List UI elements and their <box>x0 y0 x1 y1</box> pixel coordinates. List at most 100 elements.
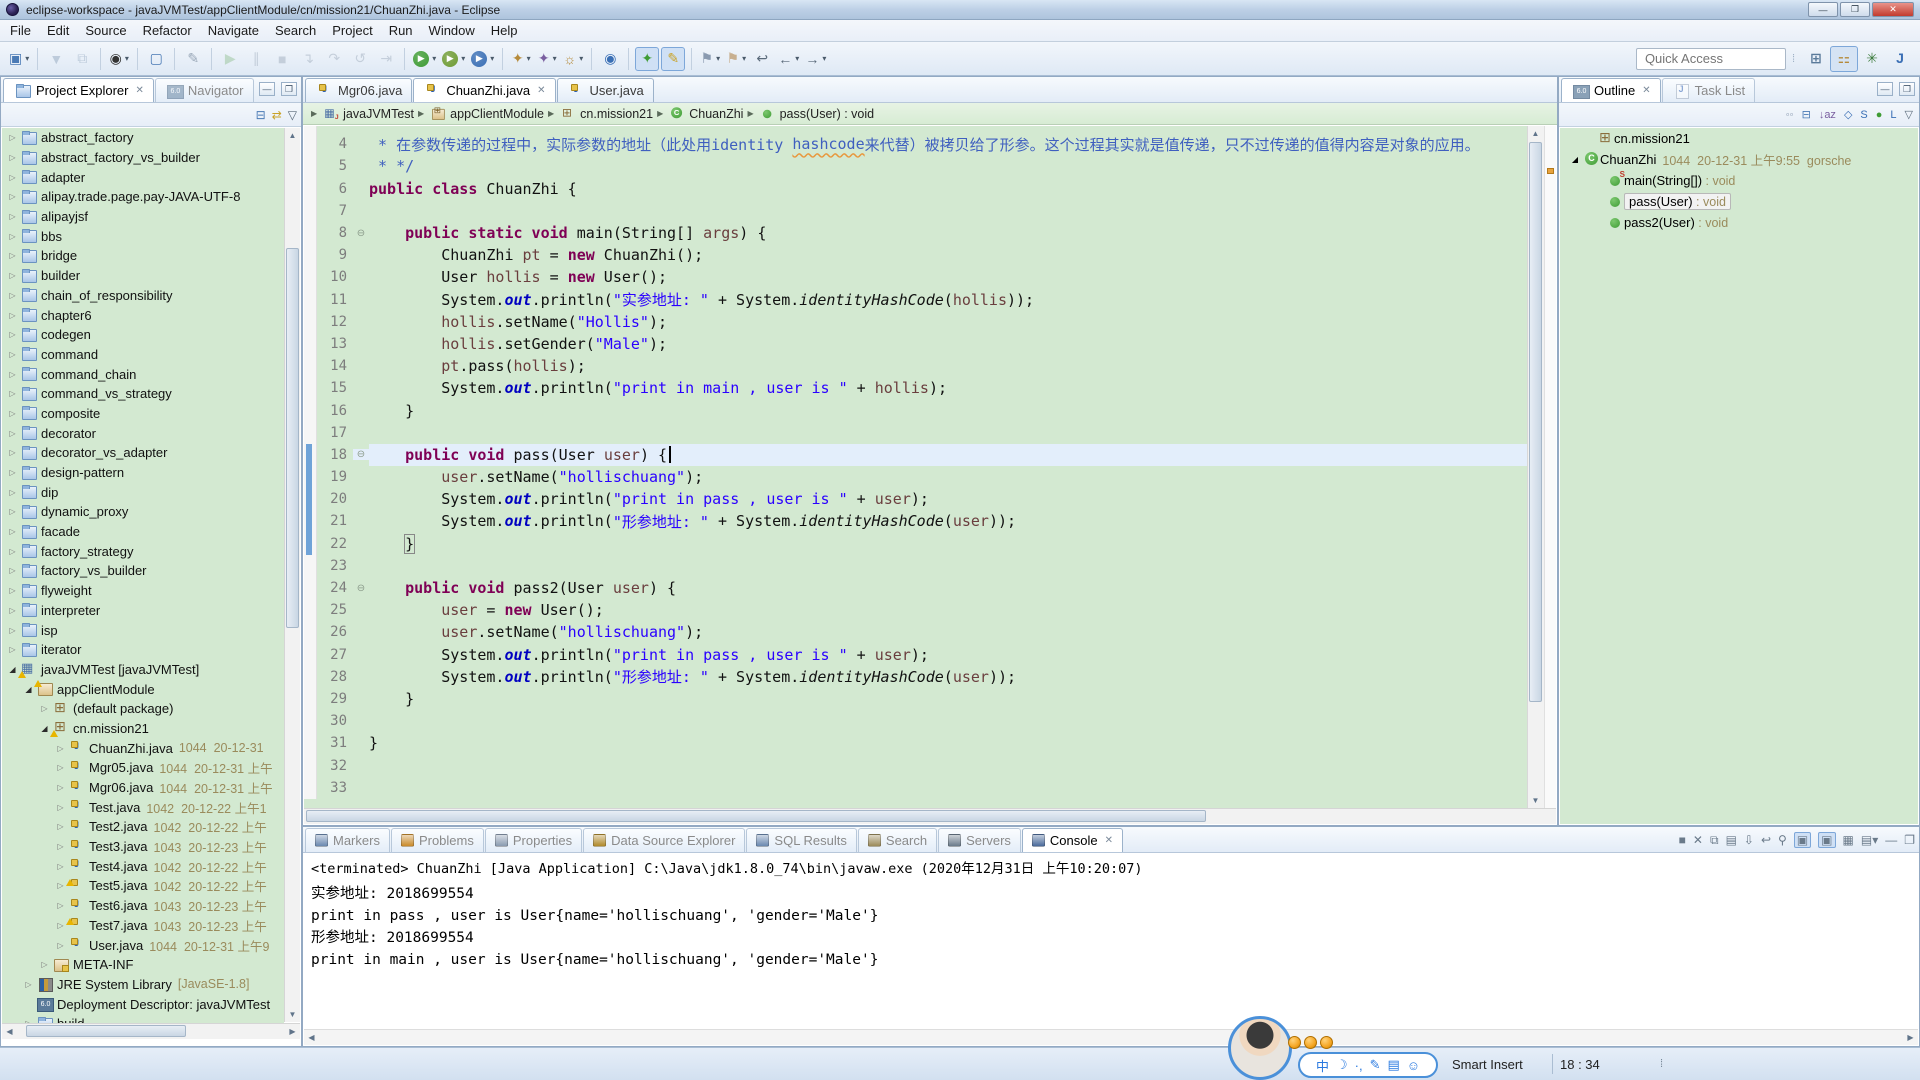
back-button[interactable]: ← ▾ <box>776 47 801 71</box>
code-line[interactable]: 19 user .setName("hollischuang"); <box>304 466 1527 489</box>
code-text[interactable]: User hollis = new User(); <box>369 266 1527 288</box>
link-with-editor-button[interactable]: ⇄ <box>272 108 282 122</box>
tree-item[interactable]: ▷ interpreter <box>2 601 284 621</box>
java-perspective-button[interactable]: J <box>1886 45 1914 71</box>
code-line[interactable]: 24 ⊖ public void pass2(User user) { <box>304 576 1527 600</box>
code-line[interactable]: 3 <box>304 126 1527 134</box>
open-task-button[interactable]: ▢ <box>144 47 168 71</box>
expand-arrow-icon[interactable]: ▷ <box>6 507 19 516</box>
fold-marker-icon[interactable]: ⊖ <box>353 583 369 594</box>
tree-item[interactable]: ▷ Test5.java 1042 20-12-22 上午 <box>2 876 284 896</box>
code-text[interactable]: hollis .setGender("Male"); <box>369 333 1527 355</box>
tree-item[interactable]: ▷ facade <box>2 522 284 542</box>
tree-item[interactable]: ▷ JRE System Library [JavaSE-1.8] <box>2 975 284 995</box>
quick-access-input[interactable] <box>1635 47 1786 70</box>
breadcrumb-item[interactable]: appClientModule <box>428 106 544 121</box>
expand-arrow-icon[interactable]: ▷ <box>6 586 19 595</box>
clear-console-button[interactable]: ▤ <box>1726 833 1737 847</box>
menu-item-project[interactable]: Project <box>324 21 380 40</box>
tree-item[interactable]: ▷ composite <box>2 404 284 424</box>
code-text[interactable]: } <box>369 399 1527 421</box>
terminate-button[interactable]: ■ <box>1679 833 1686 847</box>
tree-item[interactable]: ▷ command_chain <box>2 364 284 384</box>
outline-item[interactable]: ◢ ChuanZhi 1044 20-12-31 上午9:55 gorsche <box>1560 149 1918 170</box>
code-text[interactable]: public class ChuanZhi { <box>369 178 1527 200</box>
debug-launch-button[interactable]: ▶ ▾ <box>469 47 496 71</box>
console-output[interactable]: 实参地址: 2018699554 print in pass , user is … <box>303 879 1919 975</box>
expand-arrow-icon[interactable]: ▷ <box>6 468 19 477</box>
code-text[interactable] <box>369 422 1527 444</box>
tree-item[interactable]: ▷ decorator_vs_adapter <box>2 443 284 463</box>
menu-item-file[interactable]: File <box>2 21 39 40</box>
step-over-button[interactable]: ↷ <box>322 47 346 71</box>
ime-icon[interactable]: ☽ <box>1336 1057 1348 1073</box>
tree-item[interactable]: ▷ isp <box>2 620 284 640</box>
external-tools-button[interactable]: ☼ ▾ <box>561 47 585 71</box>
ime-icon[interactable]: ✎ <box>1370 1057 1381 1073</box>
code-text[interactable] <box>369 555 1527 577</box>
tree-item[interactable]: ▷ Test6.java 1043 20-12-23 上午 <box>2 896 284 916</box>
code-line[interactable]: 7 <box>304 199 1527 222</box>
ime-icon[interactable]: ☺ <box>1407 1058 1420 1073</box>
tree-item[interactable]: ▷ builder <box>2 266 284 286</box>
menu-item-source[interactable]: Source <box>77 21 134 40</box>
run-button[interactable]: ▶ ▾ <box>411 47 438 71</box>
code-line[interactable]: 22 } <box>304 532 1527 555</box>
expand-arrow-icon[interactable]: ▷ <box>6 645 19 654</box>
close-icon[interactable]: ✕ <box>1642 85 1650 96</box>
code-line[interactable]: 27 System. out .println("print in pass , u… <box>304 643 1527 666</box>
maximize-icon[interactable]: ❐ <box>281 82 297 96</box>
expand-arrow-icon[interactable]: ▷ <box>6 232 19 241</box>
ime-avatar[interactable] <box>1228 1016 1292 1080</box>
code-line[interactable]: 12 hollis .setName("Hollis"); <box>304 310 1527 333</box>
code-text[interactable]: public void pass2(User user) { <box>369 577 1527 599</box>
tree-item[interactable]: ▷ abstract_factory <box>2 128 284 148</box>
minimize-button[interactable]: — <box>1885 833 1897 847</box>
expand-arrow-icon[interactable]: ▷ <box>6 173 19 182</box>
save-all-button[interactable]: ⧉ <box>70 47 94 71</box>
menu-item-edit[interactable]: Edit <box>39 21 77 40</box>
hide-local-button[interactable]: L <box>1890 109 1896 121</box>
new-wizard-2-button[interactable]: ✦ ▾ <box>509 47 533 71</box>
tab-task-list[interactable]: Task List <box>1661 78 1756 102</box>
menu-item-navigate[interactable]: Navigate <box>200 21 267 40</box>
collapse-all-button[interactable]: ⊟ <box>1802 108 1811 121</box>
maximize-button[interactable]: ❐ <box>1904 833 1915 847</box>
console-tab-servers[interactable]: Servers <box>938 828 1021 852</box>
hide-static-button[interactable]: S <box>1860 109 1867 121</box>
code-line[interactable]: 31} <box>304 732 1527 755</box>
expand-arrow-icon[interactable]: ▷ <box>6 626 19 635</box>
next-annotation-button[interactable]: ⚑ ▾ <box>698 47 722 71</box>
collapse-all-button[interactable]: ⊟ <box>256 108 266 122</box>
expand-arrow-icon[interactable]: ▷ <box>6 311 19 320</box>
code-text[interactable]: } <box>369 732 1527 754</box>
tree-item[interactable]: ▷ command_vs_strategy <box>2 384 284 404</box>
expand-arrow-icon[interactable]: ▷ <box>54 862 67 871</box>
code-text[interactable] <box>369 200 1527 222</box>
outline-item[interactable]: pass(User) : void <box>1560 191 1918 212</box>
editor-vscrollbar[interactable]: ▲ ▼ <box>1527 126 1544 808</box>
code-line[interactable]: 18 ⊖ public void pass(User user) { <box>304 443 1527 466</box>
tree-item[interactable]: ▷ Test3.java 1043 20-12-23 上午 <box>2 837 284 857</box>
expand-arrow-icon[interactable]: ▷ <box>6 212 19 221</box>
minimize-window-button[interactable]: — <box>1808 2 1838 17</box>
code-line[interactable]: 23 <box>304 554 1527 577</box>
code-line[interactable]: 15 System. out .println("print in main , u… <box>304 377 1527 400</box>
hide-nonpublic-button[interactable]: ● <box>1876 109 1883 121</box>
minimize-icon[interactable]: — <box>259 82 275 96</box>
code-text[interactable]: System. out .println("print in pass , user… <box>369 488 1527 510</box>
code-line[interactable]: 14 pt .pass(hollis); <box>304 355 1527 378</box>
expand-arrow-icon[interactable]: ▷ <box>6 271 19 280</box>
tree-item[interactable]: ▷ ChuanZhi.java 1044 20-12-31 <box>2 738 284 758</box>
expand-arrow-icon[interactable]: ▷ <box>54 803 67 812</box>
expand-arrow-icon[interactable]: ▷ <box>54 842 67 851</box>
expand-arrow-icon[interactable]: ▷ <box>6 448 19 457</box>
tree-item[interactable]: ▷ Mgr05.java 1044 20-12-31 上午 <box>2 758 284 778</box>
expand-arrow-icon[interactable]: ▷ <box>6 350 19 359</box>
close-window-button[interactable]: ✕ <box>1872 2 1914 17</box>
launch-config-button[interactable]: ◉ ▾ <box>107 47 131 71</box>
terminate-button[interactable]: ■ <box>270 47 294 71</box>
code-line[interactable]: 30 <box>304 710 1527 733</box>
expand-arrow-icon[interactable]: ▷ <box>6 153 19 162</box>
tree-item[interactable]: ▷ alipayjsf <box>2 207 284 227</box>
